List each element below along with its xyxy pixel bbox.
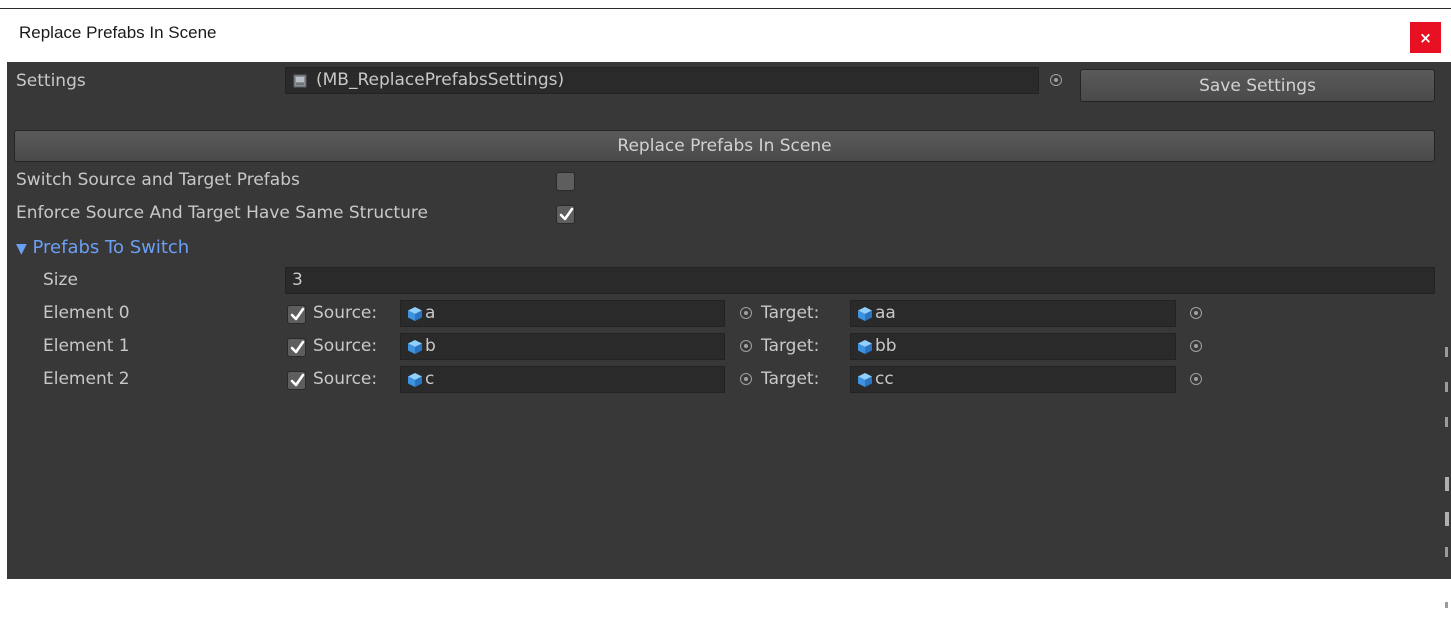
- prefabs-to-switch-foldout[interactable]: ▼ Prefabs To Switch: [16, 237, 189, 258]
- element-2-source-picker-icon[interactable]: [740, 373, 752, 385]
- checkmark-icon: [559, 207, 574, 221]
- save-settings-label: Save Settings: [1199, 75, 1316, 96]
- element-1-source-field[interactable]: b: [400, 333, 725, 360]
- element-1-label: Element 1: [43, 336, 130, 356]
- element-2-target-picker-icon[interactable]: [1190, 373, 1202, 385]
- settings-object-picker-icon[interactable]: [1050, 74, 1062, 86]
- prefab-cube-icon: [858, 373, 872, 387]
- close-icon: ×: [1419, 28, 1432, 47]
- enforce-structure-checkbox[interactable]: [556, 205, 575, 224]
- element-2-source-label: Source:: [313, 369, 378, 389]
- checkmark-icon: [290, 340, 305, 354]
- enforce-structure-label: Enforce Source And Target Have Same Stru…: [16, 203, 428, 223]
- element-0-label: Element 0: [43, 303, 130, 323]
- element-0-checkbox[interactable]: [287, 305, 306, 324]
- checkmark-icon: [290, 373, 305, 387]
- element-1-target-value: bb: [875, 336, 897, 356]
- element-2-target-label: Target:: [761, 369, 820, 389]
- clipped-edge-controls: [1443, 327, 1451, 627]
- switch-source-target-label: Switch Source and Target Prefabs: [16, 170, 300, 190]
- prefab-cube-icon: [408, 340, 422, 354]
- scriptable-object-icon: [293, 73, 307, 88]
- element-0-source-picker-icon[interactable]: [740, 307, 752, 319]
- settings-label: Settings: [16, 71, 86, 91]
- save-settings-button[interactable]: Save Settings: [1080, 69, 1435, 102]
- element-0-target-value: aa: [875, 303, 896, 323]
- element-0-source-label: Source:: [313, 303, 378, 323]
- editor-window: Replace Prefabs In Scene × Settings (MB_…: [0, 0, 1451, 608]
- replace-prefabs-label: Replace Prefabs In Scene: [617, 136, 832, 156]
- prefabs-to-switch-label: Prefabs To Switch: [32, 237, 190, 258]
- replace-prefabs-button[interactable]: Replace Prefabs In Scene: [14, 130, 1435, 162]
- settings-object-field[interactable]: (MB_ReplacePrefabsSettings): [285, 67, 1039, 94]
- element-1-source-value: b: [425, 336, 436, 356]
- settings-object-value: (MB_ReplacePrefabsSettings): [316, 70, 565, 90]
- element-2-label: Element 2: [43, 369, 130, 389]
- element-1-checkbox[interactable]: [287, 338, 306, 357]
- foldout-arrow-icon: ▼: [16, 241, 27, 257]
- window-title: Replace Prefabs In Scene: [19, 23, 217, 42]
- prefab-cube-icon: [408, 373, 422, 387]
- element-2-target-field[interactable]: cc: [850, 366, 1176, 393]
- close-button[interactable]: ×: [1410, 22, 1441, 53]
- element-0-target-field[interactable]: aa: [850, 300, 1176, 327]
- size-value: 3: [292, 270, 303, 290]
- element-0-source-field[interactable]: a: [400, 300, 725, 327]
- element-1-target-picker-icon[interactable]: [1190, 340, 1202, 352]
- element-1-target-label: Target:: [761, 336, 820, 356]
- element-0-target-label: Target:: [761, 303, 820, 323]
- element-2-checkbox[interactable]: [287, 371, 306, 390]
- element-0-target-picker-icon[interactable]: [1190, 307, 1202, 319]
- element-1-target-field[interactable]: bb: [850, 333, 1176, 360]
- element-1-source-picker-icon[interactable]: [740, 340, 752, 352]
- title-bar: Replace Prefabs In Scene ×: [0, 8, 1451, 62]
- inspector-content: Settings (MB_ReplacePrefabsSettings) Sav…: [7, 62, 1451, 608]
- prefab-cube-icon: [858, 340, 872, 354]
- checkmark-icon: [290, 307, 305, 321]
- element-0-source-value: a: [425, 303, 436, 323]
- prefab-cube-icon: [858, 307, 872, 321]
- element-2-source-value: c: [425, 369, 435, 389]
- size-field[interactable]: 3: [285, 267, 1435, 294]
- element-2-target-value: cc: [875, 369, 894, 389]
- element-1-source-label: Source:: [313, 336, 378, 356]
- size-label: Size: [43, 270, 78, 290]
- switch-source-target-checkbox[interactable]: [556, 172, 575, 191]
- element-2-source-field[interactable]: c: [400, 366, 725, 393]
- prefab-cube-icon: [408, 307, 422, 321]
